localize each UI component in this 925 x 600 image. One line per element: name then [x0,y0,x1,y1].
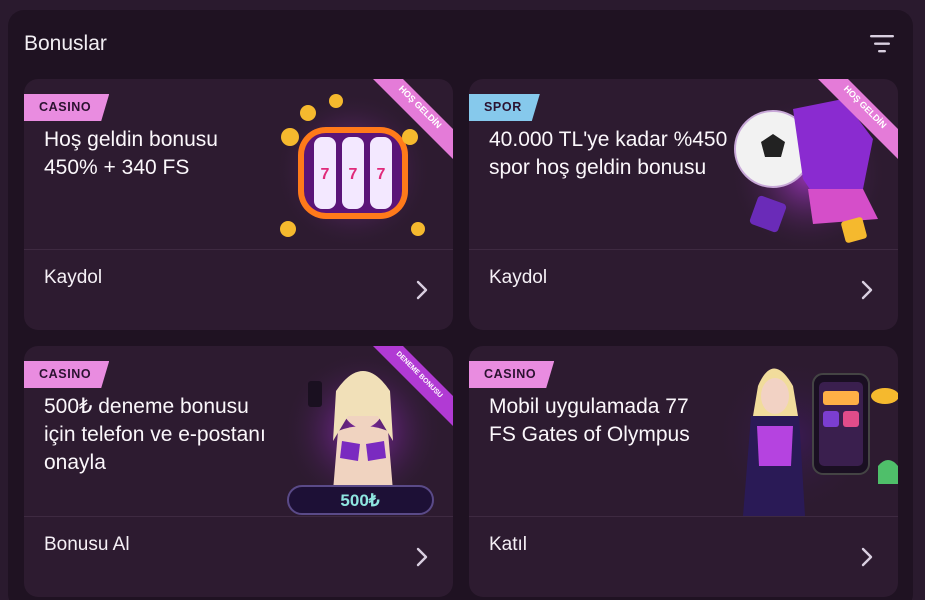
woman-with-phone-art: 500₺ DENEME BONUSU [283,346,453,515]
bonus-card-welcome-casino[interactable]: CASINO Hoş geldin bonusu 450% + 340 FS 7… [24,79,453,330]
svg-text:7: 7 [321,166,330,183]
bonus-title: 500₺ deneme bonusu için telefon ve e-pos… [44,395,266,474]
page-title: Bonuslar [24,32,107,55]
trial-amount-badge: 500₺ [340,491,379,510]
action-row[interactable]: Kaydol [469,250,898,330]
chevron-right-icon[interactable] [860,546,874,568]
bonus-title: Hoş geldin bonusu 450% + 340 FS [44,128,218,179]
category-tag: SPOR [469,94,540,121]
claim-bonus-link[interactable]: Bonusu Al [44,534,130,556]
bonus-title: 40.000 TL'ye kadar %450 spor hoş geldin … [489,128,728,179]
bonus-card-welcome-sport[interactable]: SPOR 40.000 TL'ye kadar %450 spor hoş ge… [469,79,898,330]
bonus-card-trial[interactable]: CASINO 500₺ deneme bonusu için telefon v… [24,346,453,597]
svg-text:7: 7 [377,166,386,183]
chevron-right-icon[interactable] [415,546,429,568]
filter-icon[interactable] [869,32,895,56]
bonus-card-mobile-app[interactable]: CASINO Mobil uygulamada 77 FS Gates of O… [469,346,898,597]
svg-text:7: 7 [349,166,358,183]
action-row[interactable]: Kaydol [24,250,453,330]
football-sneaker-art: HOŞ GELDİN [730,79,898,249]
register-link[interactable]: Kaydol [489,267,547,289]
chevron-right-icon[interactable] [415,279,429,301]
bonus-title: Mobil uygulamada 77 FS Gates of Olympus [489,395,690,446]
chevron-right-icon[interactable] [860,279,874,301]
category-tag: CASINO [24,361,109,388]
action-row[interactable]: Bonusu Al [24,517,453,597]
join-link[interactable]: Katıl [489,534,527,556]
action-row[interactable]: Katıl [469,517,898,597]
category-tag: CASINO [24,94,109,121]
category-tag: CASINO [469,361,554,388]
slot-machine-art: 7 7 7 HOŞ GELDİN [275,79,453,249]
register-link[interactable]: Kaydol [44,267,102,289]
cyber-girl-phone-art [713,356,898,516]
